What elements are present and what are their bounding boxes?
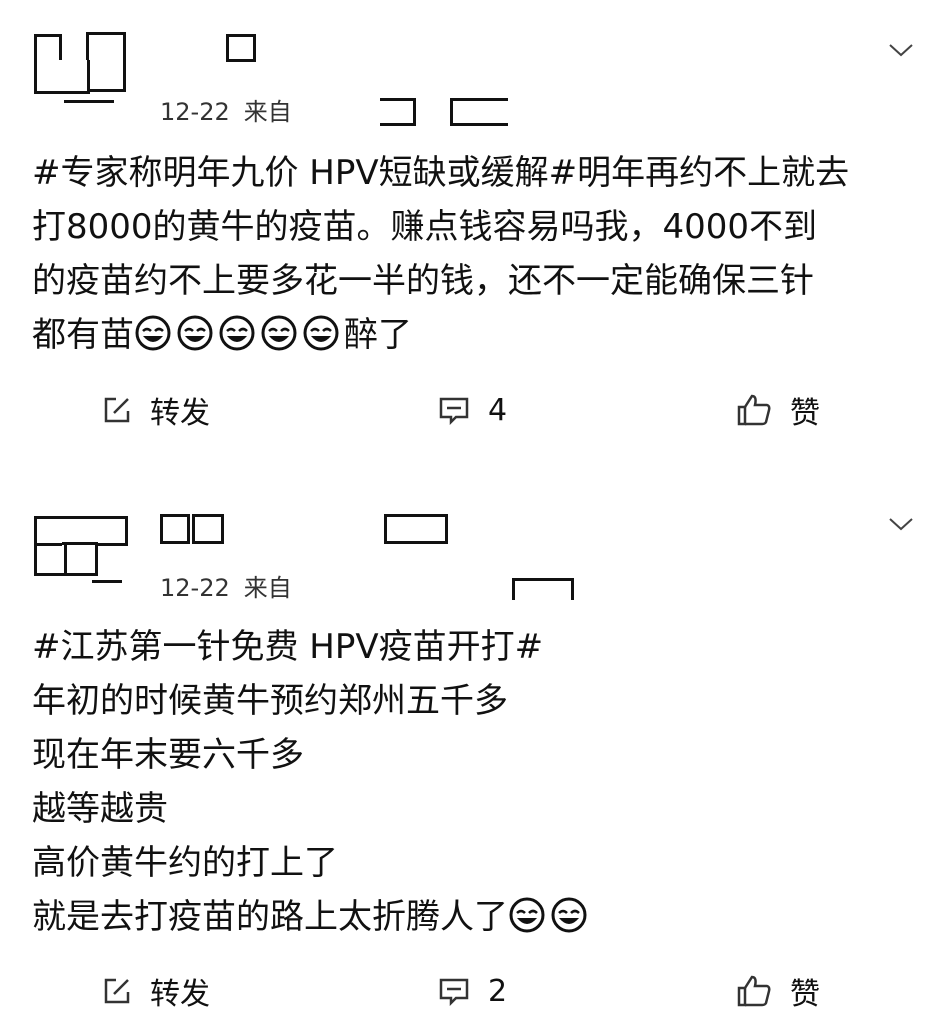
laugh-cry-icon	[303, 315, 339, 351]
thumbs-up-icon	[737, 394, 771, 426]
post-meta: 12-22 来自	[160, 92, 292, 127]
comment-icon	[439, 978, 469, 1006]
repost-label: 转发	[150, 977, 210, 1012]
content-line: #专家称明年九价 HPV短缺或缓解#明年再约不上就去	[32, 153, 850, 193]
laugh-cry-icon	[135, 315, 171, 351]
comment-icon	[439, 397, 469, 425]
thumbs-up-icon	[737, 975, 771, 1007]
repost-icon	[104, 397, 130, 423]
post-content: #专家称明年九价 HPV短缺或缓解#明年再约不上就去 打8000的黄牛的疫苗。赚…	[32, 146, 912, 362]
content-line: 打8000的黄牛的疫苗。赚点钱容易吗我，4000不到	[32, 207, 818, 247]
chevron-down-icon[interactable]	[888, 40, 914, 60]
content-line: 越等越贵	[32, 789, 168, 829]
content-text: 就是去打疫苗的路上太折腾人了	[32, 897, 508, 937]
post-card: 12-22 来自 #专家称明年九价 HPV短缺或缓解#明年再约不上就去 打8000…	[0, 0, 944, 470]
username-badge	[384, 514, 448, 544]
like-button[interactable]: 赞	[736, 966, 820, 1016]
post-meta: 12-22 来自	[160, 568, 292, 603]
action-bar: 转发 2 赞	[0, 966, 944, 1016]
source-label: 来自	[243, 98, 292, 126]
emoji-group	[508, 897, 592, 937]
content-line: 的疫苗约不上要多花一半的钱，还不一定能确保三针	[32, 261, 814, 301]
content-line-last: 都有苗 醉了	[32, 308, 912, 362]
comment-button[interactable]: 4	[438, 385, 507, 435]
content-line: 高价黄牛约的打上了	[32, 843, 338, 883]
post-date: 12-22	[160, 98, 230, 126]
chevron-down-icon[interactable]	[888, 514, 914, 534]
like-button[interactable]: 赞	[736, 385, 820, 435]
username[interactable]	[160, 514, 190, 544]
like-label: 赞	[790, 977, 820, 1012]
repost-icon	[104, 978, 130, 1004]
post-card: 12-22 来自 #江苏第一针免费 HPV疫苗开打# 年初的时候黄牛预约郑州五千多…	[0, 480, 944, 1024]
content-text: 都有苗	[32, 315, 134, 355]
content-line-last: 就是去打疫苗的路上太折腾人了	[32, 890, 912, 944]
laugh-cry-icon	[219, 315, 255, 351]
source-device	[380, 98, 416, 126]
repost-label: 转发	[150, 396, 210, 431]
source-device-extra	[450, 98, 508, 126]
comment-button[interactable]: 2	[438, 966, 507, 1016]
username-extra[interactable]	[192, 514, 224, 544]
repost-button[interactable]: 转发	[102, 385, 210, 435]
content-line: 现在年末要六千多	[32, 735, 304, 775]
like-label: 赞	[790, 396, 820, 431]
comment-count: 4	[488, 392, 508, 428]
username[interactable]	[226, 34, 256, 62]
source-label: 来自	[243, 574, 292, 602]
content-trailing-text: 醉了	[344, 315, 412, 355]
laugh-cry-icon	[551, 897, 587, 933]
emoji-group	[134, 315, 344, 355]
post-date: 12-22	[160, 574, 230, 602]
content-line: 年初的时候黄牛预约郑州五千多	[32, 681, 508, 721]
post-content: #江苏第一针免费 HPV疫苗开打# 年初的时候黄牛预约郑州五千多 现在年末要六千…	[32, 620, 912, 944]
laugh-cry-icon	[509, 897, 545, 933]
avatar[interactable]	[30, 30, 130, 114]
source-device	[512, 578, 574, 600]
action-bar: 转发 4 赞	[0, 385, 944, 435]
comment-count: 2	[488, 973, 508, 1009]
laugh-cry-icon	[261, 315, 297, 351]
avatar[interactable]	[30, 512, 130, 596]
content-line: #江苏第一针免费 HPV疫苗开打#	[32, 627, 544, 667]
laugh-cry-icon	[177, 315, 213, 351]
repost-button[interactable]: 转发	[102, 966, 210, 1016]
